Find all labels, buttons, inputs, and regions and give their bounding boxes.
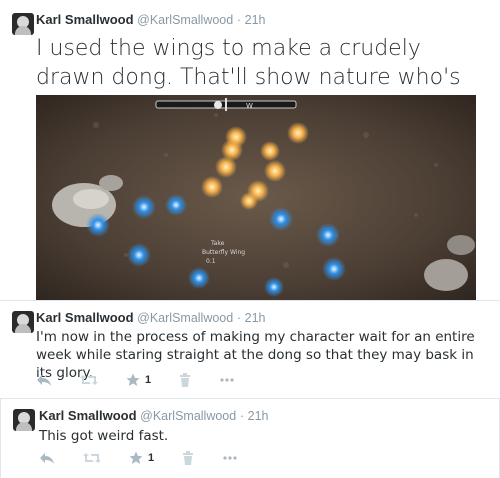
trash-icon: [180, 373, 191, 387]
user-handle[interactable]: @KarlSmallwood: [140, 409, 236, 423]
tweet-actions: 1: [39, 450, 266, 466]
more-icon: [223, 456, 237, 460]
reply-icon: [40, 453, 54, 464]
game-screenshot: W Take Butterfly Wing 0.1: [36, 95, 476, 300]
user-name[interactable]: Karl Smallwood: [36, 12, 134, 27]
tweet-actions: 1: [36, 372, 263, 388]
retweet-icon: [83, 453, 101, 463]
more-button[interactable]: [219, 372, 235, 388]
user-handle[interactable]: @KarlSmallwood: [137, 311, 233, 325]
timestamp[interactable]: 21h: [248, 409, 269, 423]
star-icon: [129, 451, 143, 464]
item-label-name: Butterfly Wing: [202, 249, 245, 256]
delete-button[interactable]: [179, 372, 191, 388]
trash-icon: [183, 451, 194, 465]
item-label-weight: 0.1: [206, 258, 216, 265]
tweet-1: Karl Smallwood @KarlSmallwood · 21h I us…: [0, 0, 500, 300]
star-icon: [126, 373, 140, 386]
separator: ·: [236, 311, 242, 325]
more-button[interactable]: [222, 450, 238, 466]
compass-marker: W: [246, 102, 253, 110]
tweet-3: Karl Smallwood @KarlSmallwood · 21h This…: [0, 398, 500, 478]
reply-button[interactable]: [36, 372, 52, 388]
retweet-button[interactable]: [80, 372, 98, 388]
separator: ·: [236, 13, 242, 27]
reply-icon: [37, 375, 51, 386]
reply-button[interactable]: [39, 450, 55, 466]
user-name[interactable]: Karl Smallwood: [36, 310, 134, 325]
avatar[interactable]: [12, 311, 34, 333]
more-icon: [220, 378, 234, 382]
favorite-count: 1: [145, 374, 152, 386]
favorite-button[interactable]: 1: [129, 450, 154, 466]
user-handle[interactable]: @KarlSmallwood: [137, 13, 233, 27]
timestamp[interactable]: 21h: [245, 311, 266, 325]
tweet-header: Karl Smallwood @KarlSmallwood · 21h: [36, 310, 266, 326]
retweet-icon: [80, 375, 98, 385]
user-name[interactable]: Karl Smallwood: [39, 408, 137, 423]
tweet-photo[interactable]: W Take Butterfly Wing 0.1: [36, 95, 476, 300]
favorite-button[interactable]: 1: [126, 372, 151, 388]
item-label-action: Take: [210, 240, 225, 247]
avatar[interactable]: [12, 13, 34, 35]
tweet-header: Karl Smallwood @KarlSmallwood · 21h: [36, 12, 266, 28]
delete-button[interactable]: [182, 450, 194, 466]
avatar[interactable]: [13, 409, 35, 431]
tweet-2: Karl Smallwood @KarlSmallwood · 21h I'm …: [0, 300, 500, 398]
tweet-text: This got weird fast.: [39, 428, 169, 444]
timestamp[interactable]: 21h: [245, 13, 266, 27]
separator: ·: [239, 409, 245, 423]
favorite-count: 1: [148, 452, 155, 464]
tweet-header: Karl Smallwood @KarlSmallwood · 21h: [39, 408, 269, 424]
retweet-button[interactable]: [83, 450, 101, 466]
